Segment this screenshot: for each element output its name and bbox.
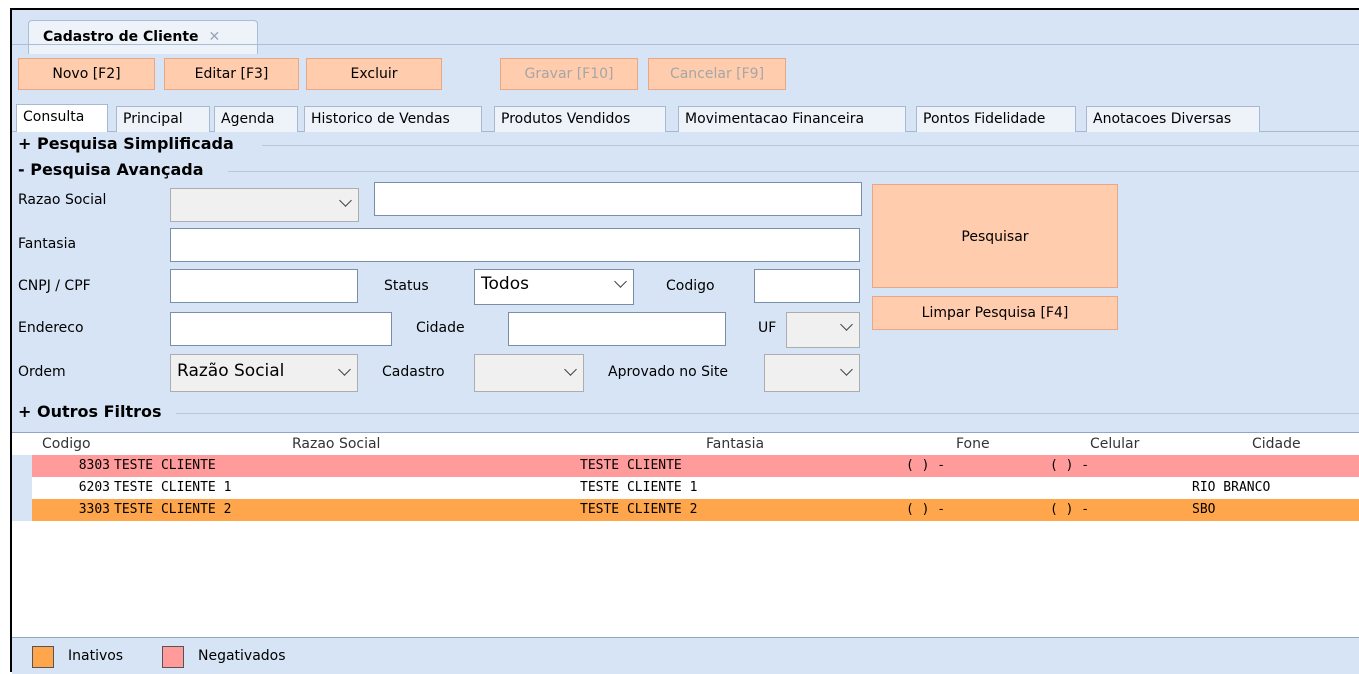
chevron-down-icon: [564, 363, 577, 376]
legend-bar: Inativos Negativados: [12, 637, 1359, 674]
column-header-cidade[interactable]: Cidade: [1252, 433, 1301, 455]
fantasia-input[interactable]: [170, 228, 860, 262]
cell-fantasia: TESTE CLIENTE: [580, 458, 682, 473]
outros-filtros-toggle[interactable]: + Outros Filtros: [18, 402, 162, 421]
document-tab[interactable]: Cadastro de Cliente ✕: [28, 20, 258, 54]
status-label: Status: [384, 278, 429, 294]
chevron-down-icon: [339, 194, 352, 207]
tab-principal[interactable]: Principal: [116, 106, 210, 132]
table-row[interactable]: 8303 TESTE CLIENTE TESTE CLIENTE ( ) - (…: [12, 455, 1359, 477]
section-divider: [228, 171, 1359, 172]
cell-codigo: 8303: [78, 458, 110, 473]
cell-cidade: RIO BRANCO: [1192, 480, 1271, 495]
column-header-razao-social[interactable]: Razao Social: [292, 433, 381, 455]
codigo-label: Codigo: [666, 278, 715, 294]
aprovado-site-select[interactable]: [764, 354, 860, 392]
chevron-down-icon: [840, 363, 853, 376]
tab-historico-vendas[interactable]: Historico de Vendas: [304, 106, 482, 132]
column-header-fantasia[interactable]: Fantasia: [706, 433, 765, 455]
aprovado-site-label: Aprovado no Site: [608, 364, 729, 380]
status-select[interactable]: Todos: [474, 269, 634, 305]
document-tab-title: Cadastro de Cliente: [43, 29, 199, 45]
section-divider: [262, 145, 1359, 146]
tab-anotacoes-diversas[interactable]: Anotacoes Diversas: [1086, 106, 1260, 132]
cell-fantasia: TESTE CLIENTE 1: [580, 480, 698, 495]
section-divider: [176, 413, 1359, 414]
chevron-down-icon: [840, 318, 853, 331]
endereco-input[interactable]: [170, 312, 392, 346]
uf-label: UF: [758, 320, 777, 336]
codigo-input[interactable]: [754, 269, 860, 303]
table-row[interactable]: 3303 TESTE CLIENTE 2 TESTE CLIENTE 2 ( )…: [12, 499, 1359, 521]
ordem-label: Ordem: [18, 364, 66, 380]
pesquisar-button[interactable]: Pesquisar: [872, 184, 1118, 288]
cell-codigo: 6203: [78, 480, 110, 495]
gravar-button[interactable]: Gravar [F10]: [500, 58, 638, 90]
cnpj-cpf-label: CNPJ / CPF: [18, 278, 91, 294]
cell-cidade: SBO: [1192, 502, 1216, 517]
endereco-label: Endereco: [18, 320, 84, 336]
tab-movimentacao-financeira[interactable]: Movimentacao Financeira: [678, 106, 906, 132]
pesquisa-simplificada-toggle[interactable]: + Pesquisa Simplificada: [18, 134, 234, 153]
column-header-celular[interactable]: Celular: [1090, 433, 1140, 455]
row-indicator: [12, 477, 32, 499]
divider: [12, 44, 1359, 45]
tab-pontos-fidelidade[interactable]: Pontos Fidelidade: [916, 106, 1076, 132]
cell-razao-social: TESTE CLIENTE: [114, 458, 216, 473]
limpar-pesquisa-button[interactable]: Limpar Pesquisa [F4]: [872, 296, 1118, 330]
uf-select[interactable]: [786, 312, 860, 348]
inativos-label: Inativos: [68, 648, 124, 664]
row-indicator: [12, 499, 32, 521]
chevron-down-icon: [338, 363, 351, 376]
cell-fantasia: TESTE CLIENTE 2: [580, 502, 698, 517]
cell-razao-social: TESTE CLIENTE 1: [114, 480, 232, 495]
novo-button[interactable]: Novo [F2]: [18, 58, 155, 90]
tab-consulta[interactable]: Consulta: [16, 104, 108, 132]
razao-social-label: Razao Social: [18, 192, 107, 208]
razao-social-input[interactable]: [374, 182, 862, 216]
negativados-swatch: [162, 646, 184, 668]
status-select-value: Todos: [481, 274, 529, 294]
tab-agenda[interactable]: Agenda: [214, 106, 298, 132]
cnpj-cpf-input[interactable]: [170, 269, 358, 303]
cadastro-label: Cadastro: [382, 364, 445, 380]
tab-produtos-vendidos[interactable]: Produtos Vendidos: [494, 106, 666, 132]
chevron-down-icon: [614, 275, 627, 288]
column-header-codigo[interactable]: Codigo: [42, 433, 91, 455]
cell-codigo: 3303: [78, 502, 110, 517]
ordem-select[interactable]: Razão Social: [170, 354, 358, 392]
cidade-input[interactable]: [508, 312, 726, 346]
cadastro-select[interactable]: [474, 354, 584, 392]
row-indicator: [12, 455, 32, 477]
cell-razao-social: TESTE CLIENTE 2: [114, 502, 232, 517]
inativos-swatch: [32, 646, 54, 668]
cell-fone: ( ) -: [906, 458, 946, 473]
cancelar-button[interactable]: Cancelar [F9]: [648, 58, 786, 90]
ordem-select-value: Razão Social: [177, 361, 285, 381]
close-icon[interactable]: ✕: [209, 29, 221, 45]
cell-fone: ( ) -: [906, 502, 946, 517]
cell-celular: ( ) -: [1050, 502, 1090, 517]
cidade-label: Cidade: [416, 320, 465, 336]
negativados-label: Negativados: [198, 648, 286, 664]
table-row[interactable]: 6203 TESTE CLIENTE 1 TESTE CLIENTE 1 RIO…: [12, 477, 1359, 499]
pesquisa-avancada-toggle[interactable]: - Pesquisa Avançada: [18, 160, 204, 179]
razao-social-criteria-select[interactable]: [170, 188, 359, 222]
excluir-button[interactable]: Excluir: [306, 58, 442, 90]
column-header-fone[interactable]: Fone: [956, 433, 990, 455]
clientes-grid[interactable]: Codigo Razao Social Fantasia Fone Celula…: [12, 432, 1359, 637]
cell-celular: ( ) -: [1050, 458, 1090, 473]
row-highlight: [32, 455, 1359, 477]
editar-button[interactable]: Editar [F3]: [164, 58, 299, 90]
cadastro-cliente-window: Cadastro de Cliente ✕ Novo [F2] Editar [F…: [10, 8, 1359, 674]
fantasia-label: Fantasia: [18, 236, 77, 252]
